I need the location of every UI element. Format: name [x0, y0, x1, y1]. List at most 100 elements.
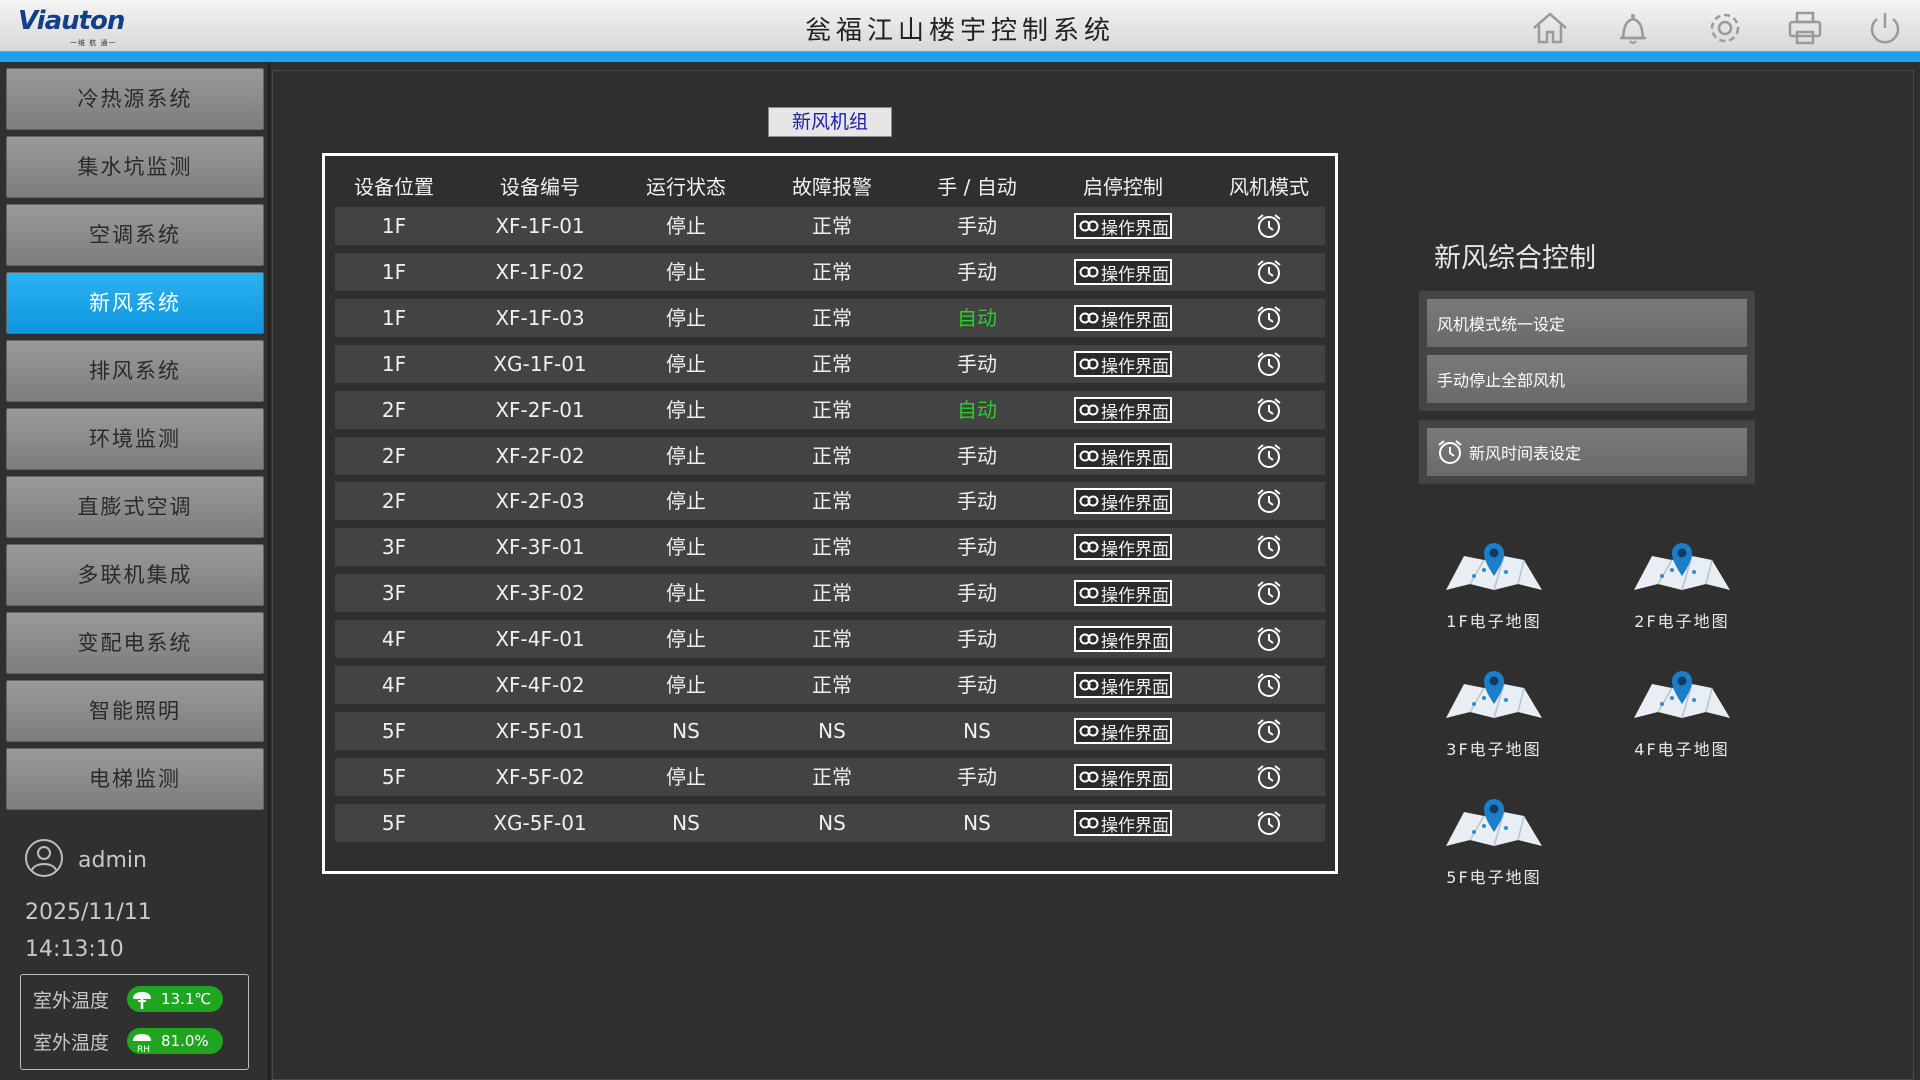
link-icon	[1079, 541, 1099, 553]
temperature-label: 室外温度	[33, 989, 110, 1012]
map-2f[interactable]: 2F电子地图	[1617, 538, 1747, 633]
sidebar-item-dx-ac[interactable]: 直膨式空调	[6, 476, 264, 538]
cell-id: XF-4F-01	[495, 627, 585, 651]
cell-run: 停止	[666, 581, 706, 605]
cell-id: XF-2F-03	[495, 489, 585, 513]
cell-id: XF-5F-01	[495, 719, 585, 743]
fan-mode-clock-icon[interactable]	[1254, 578, 1284, 608]
fan-mode-clock-icon[interactable]	[1254, 808, 1284, 838]
thermometer-cloud-icon	[133, 992, 151, 1009]
fan-mode-clock-icon[interactable]	[1254, 349, 1284, 379]
sidebar-item-exhaust[interactable]: 排风系统	[6, 340, 264, 402]
cell-loc: 2F	[381, 489, 407, 513]
link-icon	[1079, 358, 1099, 370]
cell-fault: 正常	[812, 306, 852, 330]
cell-fault: 正常	[812, 444, 852, 468]
sidebar-item-lighting[interactable]: 智能照明	[6, 680, 264, 742]
fan-mode-unified-button[interactable]: 风机模式统一设定	[1427, 299, 1747, 347]
cell-mode: NS	[963, 811, 991, 835]
map-5f[interactable]: 5F电子地图	[1429, 794, 1559, 889]
power-icon[interactable]	[1865, 8, 1905, 48]
fan-mode-clock-icon[interactable]	[1254, 441, 1284, 471]
group-label: 新风机组	[768, 107, 892, 137]
current-time: 14:13:10	[25, 937, 124, 962]
humidity-cloud-icon: RH	[133, 1034, 151, 1054]
sidebar-item-power-distribution[interactable]: 变配电系统	[6, 612, 264, 674]
cell-loc: 2F	[381, 398, 407, 422]
cell-fault: 正常	[812, 398, 852, 422]
operation-button[interactable]: 操作界面	[1074, 488, 1172, 514]
operation-button[interactable]: 操作界面	[1074, 397, 1172, 423]
map-pin-icon	[1446, 671, 1542, 719]
cell-id: XF-3F-01	[495, 535, 585, 559]
cell-loc: 5F	[381, 765, 407, 789]
operation-button[interactable]: 操作界面	[1074, 764, 1172, 790]
operation-button[interactable]: 操作界面	[1074, 213, 1172, 239]
fan-mode-clock-icon[interactable]	[1254, 211, 1284, 241]
sidebar-item-vrf[interactable]: 多联机集成	[6, 544, 264, 606]
operation-button-label: 操作界面	[1101, 218, 1169, 239]
map-1f[interactable]: 1F电子地图	[1429, 538, 1559, 633]
fan-mode-clock-icon[interactable]	[1254, 303, 1284, 333]
operation-button[interactable]: 操作界面	[1074, 626, 1172, 652]
link-icon	[1079, 679, 1099, 691]
map-1f-label: 1F电子地图	[1446, 612, 1542, 631]
cell-fault: 正常	[812, 535, 852, 559]
map-3f[interactable]: 3F电子地图	[1429, 666, 1559, 761]
cell-id: XF-1F-02	[495, 260, 585, 284]
cell-mode: 手动	[957, 352, 997, 376]
fan-mode-clock-icon[interactable]	[1254, 670, 1284, 700]
sidebar-item-environment[interactable]: 环境监测	[6, 408, 264, 470]
sidebar-item-cold-heat-source[interactable]: 冷热源系统	[6, 68, 264, 130]
map-4f[interactable]: 4F电子地图	[1617, 666, 1747, 761]
operation-button[interactable]: 操作界面	[1074, 718, 1172, 744]
cell-fault: 正常	[812, 214, 852, 238]
operation-button-label: 操作界面	[1101, 264, 1169, 285]
cell-run: NS	[672, 719, 700, 743]
column-header: 启停控制	[1083, 175, 1163, 199]
operation-button-label: 操作界面	[1101, 448, 1169, 469]
schedule-button[interactable]: 新风时间表设定	[1427, 428, 1747, 476]
map-pin-icon	[1634, 671, 1730, 719]
sidebar-item-fresh-air[interactable]: 新风系统	[6, 272, 264, 334]
operation-button[interactable]: 操作界面	[1074, 672, 1172, 698]
fan-mode-clock-icon[interactable]	[1254, 624, 1284, 654]
cell-mode: 手动	[957, 535, 997, 559]
cell-fault: 正常	[812, 260, 852, 284]
control-title: 新风综合控制	[1434, 243, 1596, 274]
schedule-label: 新风时间表设定	[1469, 444, 1582, 463]
operation-button[interactable]: 操作界面	[1074, 810, 1172, 836]
fan-mode-clock-icon[interactable]	[1254, 395, 1284, 425]
cell-loc: 3F	[381, 535, 407, 559]
operation-button[interactable]: 操作界面	[1074, 534, 1172, 560]
bell-icon[interactable]	[1613, 8, 1653, 48]
printer-icon[interactable]	[1785, 8, 1825, 48]
operation-button[interactable]: 操作界面	[1074, 351, 1172, 377]
stop-all-fans-button[interactable]: 手动停止全部风机	[1427, 355, 1747, 403]
fan-mode-clock-icon[interactable]	[1254, 486, 1284, 516]
cell-run: 停止	[666, 535, 706, 559]
cell-run: 停止	[666, 673, 706, 697]
map-2f-label: 2F电子地图	[1634, 612, 1730, 631]
fan-mode-clock-icon[interactable]	[1254, 532, 1284, 562]
cell-fault: NS	[818, 719, 846, 743]
cell-run: 停止	[666, 260, 706, 284]
current-date: 2025/11/11	[25, 900, 152, 925]
operation-button-label: 操作界面	[1101, 677, 1169, 698]
gear-icon[interactable]	[1705, 8, 1745, 48]
operation-button[interactable]: 操作界面	[1074, 305, 1172, 331]
sidebar-item-sump-monitoring[interactable]: 集水坑监测	[6, 136, 264, 198]
user-avatar-icon	[24, 838, 64, 882]
operation-button[interactable]: 操作界面	[1074, 580, 1172, 606]
home-icon[interactable]	[1530, 8, 1570, 48]
fan-mode-clock-icon[interactable]	[1254, 762, 1284, 792]
fan-mode-clock-icon[interactable]	[1254, 716, 1284, 746]
fan-mode-clock-icon[interactable]	[1254, 257, 1284, 287]
sidebar-item-elevator[interactable]: 电梯监测	[6, 748, 264, 810]
sidebar-item-air-conditioning[interactable]: 空调系统	[6, 204, 264, 266]
operation-button[interactable]: 操作界面	[1074, 259, 1172, 285]
cell-mode: 自动	[957, 306, 997, 330]
cell-mode: 手动	[957, 260, 997, 284]
fan-mode-unified-label: 风机模式统一设定	[1437, 315, 1566, 334]
operation-button[interactable]: 操作界面	[1074, 443, 1172, 469]
